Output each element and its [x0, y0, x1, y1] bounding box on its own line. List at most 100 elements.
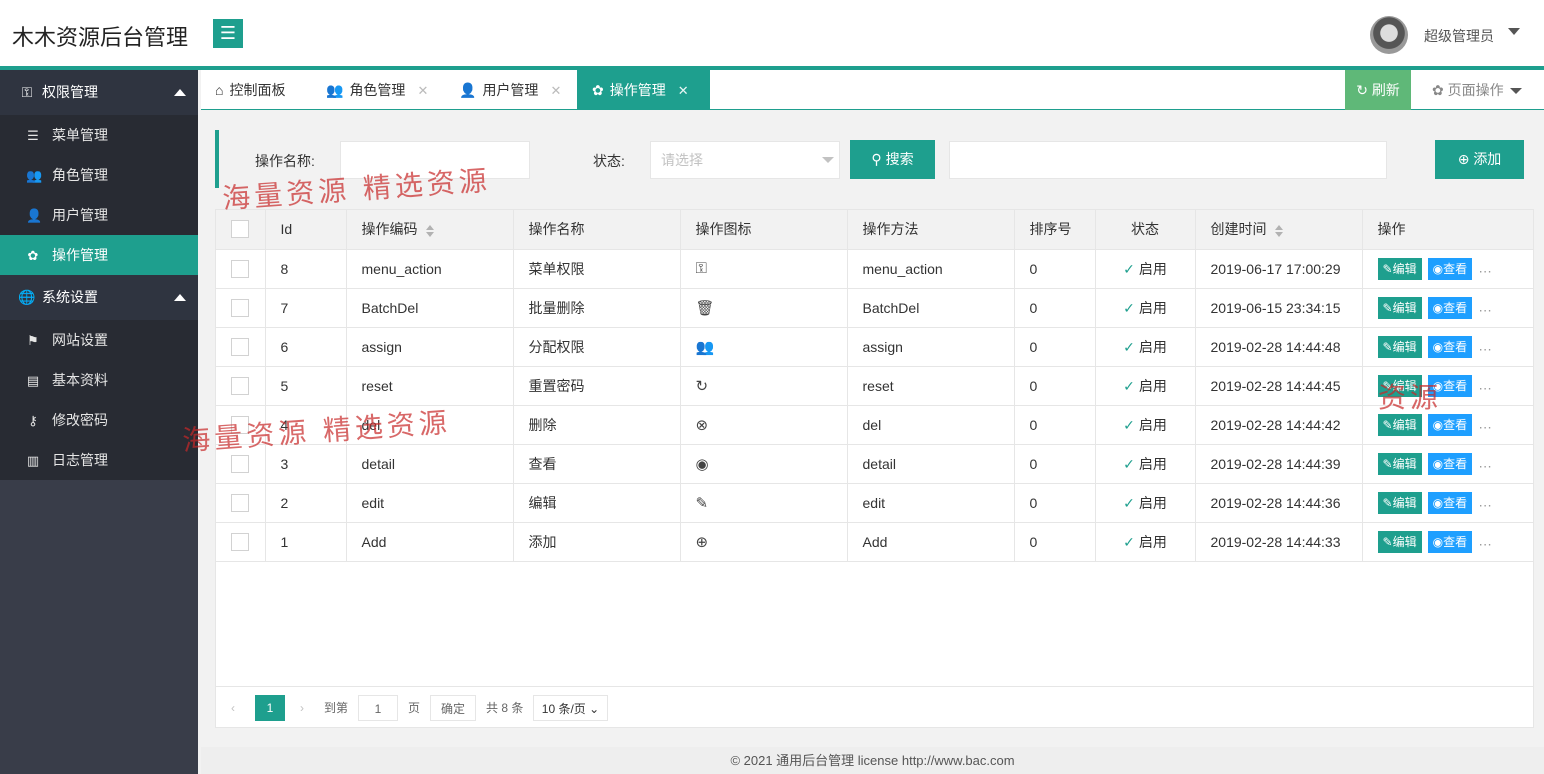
close-icon[interactable]: ✕ [550, 83, 561, 98]
sidebar-group-system[interactable]: 🌐 系统设置 [0, 275, 198, 320]
more-actions[interactable]: … [1478, 532, 1492, 548]
sidebar-item-actions[interactable]: ✿ 操作管理 [0, 235, 198, 275]
sort-icon[interactable] [425, 224, 434, 237]
next-page-icon[interactable]: › [300, 695, 304, 721]
sidebar-item-menu[interactable]: ☰ 菜单管理 [0, 115, 198, 155]
row-checkbox[interactable] [231, 415, 249, 434]
table-row[interactable]: 2 edit 编辑 ✎ edit 0 ✓ 启用 2019-02-28 14:44:36 ✎编辑 ◉查… [216, 483, 1533, 523]
prev-page-icon[interactable]: ‹ [231, 695, 235, 721]
username[interactable]: 超级管理员 [1424, 26, 1494, 46]
page-current[interactable]: 1 [255, 695, 285, 721]
cell-icon: 👥 [680, 327, 848, 367]
view-button[interactable]: ◉查看 [1427, 296, 1473, 319]
view-button[interactable]: ◉查看 [1427, 491, 1473, 514]
edit-button[interactable]: ✎编辑 [1377, 413, 1422, 436]
tab-dashboard[interactable]: ⌂ 控制面板 [215, 70, 285, 110]
status-text: 启用 [1138, 533, 1167, 550]
sidebar-item-users[interactable]: 👤 用户管理 [0, 195, 198, 235]
cell-created: 2019-02-28 14:44:48 [1195, 327, 1363, 367]
row-checkbox[interactable] [231, 376, 249, 395]
sidebar-item-profile[interactable]: ▤ 基本资料 [0, 360, 198, 400]
action-name-input[interactable] [340, 141, 530, 179]
goto-confirm-button[interactable]: 确定 [430, 695, 476, 721]
row-checkbox[interactable] [231, 337, 249, 356]
more-actions[interactable]: … [1478, 298, 1492, 314]
table-row[interactable]: 8 menu_action 菜单权限 ⚿ menu_action 0 ✓ 启用 2019-06-… [216, 249, 1533, 289]
table-row[interactable]: 4 del 删除 ⊗ del 0 ✓ 启用 2019-02-28 14:44:42 ✎编辑 ◉查看… [216, 405, 1533, 445]
sidebar-item-logs[interactable]: ▥ 日志管理 [0, 440, 198, 480]
table-row[interactable]: 7 BatchDel 批量删除 🗑 BatchDel 0 ✓ 启用 2019-06-15 23:… [216, 288, 1533, 328]
page-operations-dropdown[interactable]: ✿ 页面操作 [1432, 80, 1522, 100]
edit-button[interactable]: ✎编辑 [1377, 335, 1422, 358]
status-select[interactable] [650, 141, 840, 179]
chevron-down-icon [822, 157, 834, 163]
search-extra-field[interactable] [949, 141, 1387, 179]
more-actions[interactable]: … [1478, 259, 1492, 275]
col-header[interactable]: 创建时间 [1195, 210, 1363, 250]
status-text: 启用 [1138, 299, 1167, 316]
goto-page-input[interactable]: 1 [358, 695, 398, 721]
check-icon: ✓ [1123, 416, 1135, 433]
sidebar-item-password[interactable]: ⚷ 修改密码 [0, 400, 198, 440]
col-header[interactable]: 操作编码 [346, 210, 514, 250]
row-checkbox[interactable] [231, 298, 249, 317]
close-icon[interactable]: ✕ [417, 83, 428, 98]
more-actions[interactable]: … [1478, 454, 1492, 470]
edit-button[interactable]: ✎编辑 [1377, 452, 1422, 475]
search-button-label: 搜索 [885, 151, 914, 167]
sidebar-group-label: 权限管理 [42, 84, 98, 100]
view-button[interactable]: ◉查看 [1427, 530, 1473, 553]
sidebar-item-roles[interactable]: 👥 角色管理 [0, 155, 198, 195]
tab-actions[interactable]: ✿ 操作管理 ✕ [577, 70, 710, 110]
table-row[interactable]: 3 detail 查看 ◉ detail 0 ✓ 启用 2019-02-28 14:44:39 ✎… [216, 444, 1533, 484]
cell-created: 2019-06-17 17:00:29 [1195, 249, 1363, 289]
row-checkbox[interactable] [231, 493, 249, 512]
cell-id: 6 [265, 327, 347, 367]
view-button[interactable]: ◉查看 [1427, 452, 1473, 475]
table-row[interactable]: 6 assign 分配权限 👥 assign 0 ✓ 启用 2019-02-28 14:44:4… [216, 327, 1533, 367]
select-all-checkbox[interactable] [231, 220, 249, 239]
key-icon: ⚷ [28, 413, 38, 428]
chevron-down-icon[interactable] [1508, 28, 1520, 35]
row-checkbox[interactable] [231, 454, 249, 473]
search-button[interactable]: ⚲ 搜索 [850, 140, 935, 179]
sidebar-item-label: 基本资料 [52, 372, 108, 388]
view-button[interactable]: ◉查看 [1427, 413, 1473, 436]
edit-button[interactable]: ✎编辑 [1377, 374, 1422, 397]
table-row[interactable]: 1 Add 添加 ⊕ Add 0 ✓ 启用 2019-02-28 14:44:33 ✎编辑 ◉查看… [216, 522, 1533, 562]
cell-id: 2 [265, 483, 347, 523]
edit-button[interactable]: ✎编辑 [1377, 491, 1422, 514]
sort-icon[interactable] [1274, 224, 1283, 237]
col-header: Id [265, 210, 347, 250]
more-actions[interactable]: … [1478, 493, 1492, 509]
close-icon[interactable]: ✕ [678, 83, 689, 98]
view-button[interactable]: ◉查看 [1427, 257, 1473, 280]
edit-icon: ✎ [1382, 261, 1393, 276]
cell-created: 2019-02-28 14:44:42 [1195, 405, 1363, 445]
more-actions[interactable]: … [1478, 376, 1492, 392]
cell-icon: ◉ [680, 444, 848, 484]
view-button[interactable]: ◉查看 [1427, 335, 1473, 358]
sidebar-item-site-settings[interactable]: ⚑ 网站设置 [0, 320, 198, 360]
eye-icon: ◉ [1432, 300, 1444, 315]
avatar[interactable] [1370, 16, 1408, 54]
user-icon: 👤 [459, 82, 477, 98]
refresh-button[interactable]: ↻ 刷新 [1345, 70, 1411, 110]
table-row[interactable]: 5 reset 重置密码 ↻ reset 0 ✓ 启用 2019-02-28 14:44:45 ✎… [216, 366, 1533, 406]
edit-button[interactable]: ✎编辑 [1377, 530, 1422, 553]
hamburger-icon[interactable]: ☰ [213, 19, 243, 48]
sidebar-group-permission[interactable]: ⚿ 权限管理 [0, 70, 198, 115]
view-button[interactable]: ◉查看 [1427, 374, 1473, 397]
page-size-select[interactable]: 10 条/页 ⌄ [533, 695, 608, 721]
tab-roles[interactable]: 👥 角色管理 ✕ [326, 70, 428, 110]
more-actions[interactable]: … [1478, 337, 1492, 353]
row-checkbox[interactable] [231, 532, 249, 551]
tab-users[interactable]: 👤 用户管理 ✕ [459, 70, 561, 110]
edit-button[interactable]: ✎编辑 [1377, 296, 1422, 319]
more-actions[interactable]: … [1478, 415, 1492, 431]
add-button[interactable]: ⊕ 添加 [1435, 140, 1524, 179]
add-button-label: 添加 [1473, 151, 1502, 167]
row-checkbox[interactable] [231, 259, 249, 278]
add-circle-icon: ⊕ [695, 533, 709, 551]
edit-button[interactable]: ✎编辑 [1377, 257, 1422, 280]
